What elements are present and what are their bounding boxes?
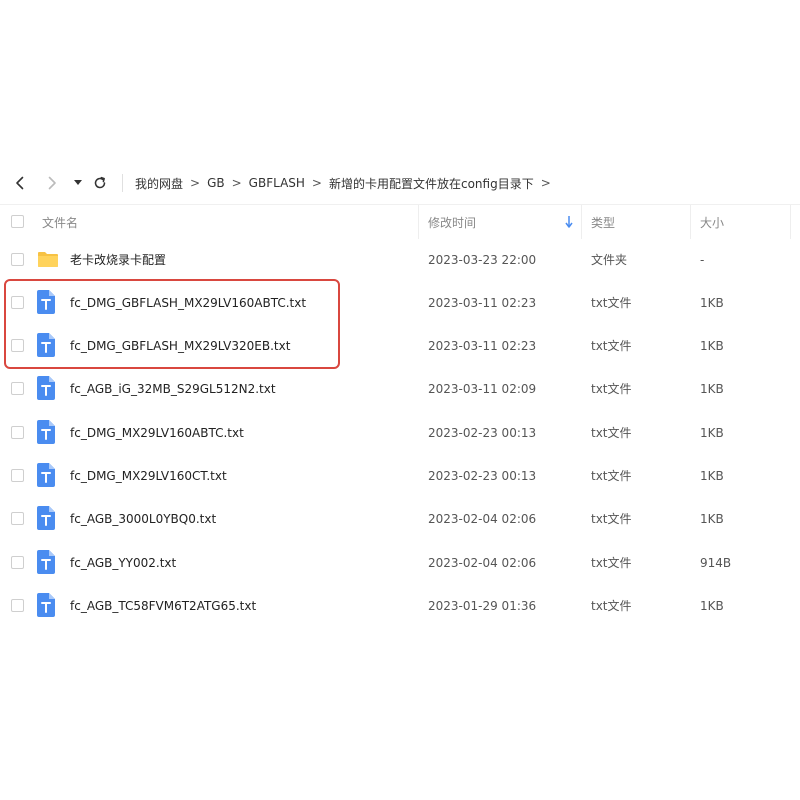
- select-all-checkbox[interactable]: [11, 215, 24, 228]
- file-type: txt文件: [591, 469, 632, 483]
- breadcrumb-separator: >: [311, 176, 322, 190]
- column-header-modified[interactable]: 修改时间: [428, 205, 476, 239]
- file-modified: 2023-02-23 00:13: [428, 425, 537, 440]
- breadcrumb-separator: >: [540, 176, 551, 190]
- file-size: 1KB: [700, 295, 724, 310]
- row-checkbox[interactable]: [11, 426, 24, 439]
- file-type: txt文件: [591, 599, 632, 613]
- file-modified: 2023-03-11 02:09: [428, 381, 537, 396]
- file-modified: 2023-03-11 02:23: [428, 295, 537, 310]
- file-name[interactable]: fc_DMG_GBFLASH_MX29LV320EB.txt: [70, 324, 290, 367]
- column-divider[interactable]: [790, 205, 791, 239]
- file-name[interactable]: 老卡改烧录卡配置: [70, 238, 166, 281]
- file-modified: 2023-02-04 02:06: [428, 555, 537, 570]
- row-checkbox[interactable]: [11, 296, 24, 309]
- column-header-type[interactable]: 类型: [591, 205, 615, 239]
- folder-icon: [38, 252, 58, 267]
- txt-file-icon: [37, 333, 55, 357]
- breadcrumb-item-gb[interactable]: GB: [207, 176, 225, 190]
- file-modified: 2023-03-11 02:23: [428, 338, 537, 353]
- file-name[interactable]: fc_DMG_GBFLASH_MX29LV160ABTC.txt: [70, 281, 306, 324]
- refresh-icon: [94, 176, 106, 189]
- row-checkbox[interactable]: [11, 382, 24, 395]
- txt-file-icon: [37, 506, 55, 530]
- file-type: txt文件: [591, 296, 632, 310]
- file-name[interactable]: fc_AGB_3000L0YBQ0.txt: [70, 497, 216, 540]
- row-checkbox[interactable]: [11, 339, 24, 352]
- column-header-size[interactable]: 大小: [700, 205, 724, 239]
- file-size: 1KB: [700, 338, 724, 353]
- txt-file-icon: [37, 463, 55, 487]
- row-checkbox[interactable]: [11, 469, 24, 482]
- refresh-button[interactable]: [90, 164, 110, 202]
- file-size: 914B: [700, 555, 732, 570]
- txt-file-icon: [37, 376, 55, 400]
- txt-file-icon: [37, 290, 55, 314]
- file-row[interactable]: fc_DMG_GBFLASH_MX29LV320EB.txt 2023-03-1…: [0, 324, 800, 367]
- file-size: 1KB: [700, 511, 724, 526]
- breadcrumb-separator: >: [190, 176, 201, 190]
- chevron-right-icon: [48, 176, 56, 190]
- file-type: txt文件: [591, 426, 632, 440]
- file-size: 1KB: [700, 468, 724, 483]
- file-row[interactable]: fc_AGB_TC58FVM6T2ATG65.txt 2023-01-29 01…: [0, 584, 800, 627]
- file-modified: 2023-03-23 22:00: [428, 252, 537, 267]
- file-row-folder[interactable]: 老卡改烧录卡配置 2023-03-23 22:00 文件夹 -: [0, 238, 800, 281]
- column-divider[interactable]: [418, 205, 419, 239]
- file-type: 文件夹: [591, 253, 628, 267]
- txt-file-icon: [37, 593, 55, 617]
- row-checkbox[interactable]: [11, 599, 24, 612]
- breadcrumb-item-root[interactable]: 我的网盘: [135, 175, 183, 192]
- file-row[interactable]: fc_AGB_iG_32MB_S29GL512N2.txt 2023-03-11…: [0, 367, 800, 410]
- chevron-left-icon: [16, 176, 24, 190]
- row-checkbox[interactable]: [11, 253, 24, 266]
- file-list-header: 文件名 修改时间 类型 大小: [0, 204, 800, 239]
- caret-down-icon: [74, 180, 82, 185]
- column-divider[interactable]: [581, 205, 582, 239]
- txt-file-icon: [37, 420, 55, 444]
- file-modified: 2023-02-04 02:06: [428, 511, 537, 526]
- sort-descending-icon[interactable]: [565, 216, 573, 228]
- file-size: 1KB: [700, 381, 724, 396]
- file-type: txt文件: [591, 556, 632, 570]
- file-size: -: [700, 252, 705, 267]
- file-row[interactable]: fc_AGB_YY002.txt 2023-02-04 02:06 txt文件 …: [0, 541, 800, 584]
- breadcrumb-item-current[interactable]: 新增的卡用配置文件放在config目录下: [329, 175, 534, 192]
- column-divider[interactable]: [690, 205, 691, 239]
- file-row[interactable]: fc_DMG_MX29LV160CT.txt 2023-02-23 00:13 …: [0, 454, 800, 497]
- file-name[interactable]: fc_AGB_TC58FVM6T2ATG65.txt: [70, 584, 256, 627]
- file-type: txt文件: [591, 512, 632, 526]
- file-name[interactable]: fc_DMG_MX29LV160CT.txt: [70, 454, 227, 497]
- file-row[interactable]: fc_DMG_GBFLASH_MX29LV160ABTC.txt 2023-03…: [0, 281, 800, 324]
- file-modified: 2023-01-29 01:36: [428, 598, 537, 613]
- nav-divider: [122, 174, 123, 192]
- breadcrumb-separator: >: [231, 176, 242, 190]
- file-type: txt文件: [591, 339, 632, 353]
- column-header-name[interactable]: 文件名: [42, 205, 78, 239]
- row-checkbox[interactable]: [11, 556, 24, 569]
- history-dropdown-button[interactable]: [71, 164, 85, 202]
- row-checkbox[interactable]: [11, 512, 24, 525]
- file-row[interactable]: fc_DMG_MX29LV160ABTC.txt 2023-02-23 00:1…: [0, 411, 800, 454]
- file-modified: 2023-02-23 00:13: [428, 468, 537, 483]
- navigation-bar: 我的网盘 > GB > GBFLASH > 新增的卡用配置文件放在config目…: [0, 164, 800, 202]
- file-name[interactable]: fc_AGB_YY002.txt: [70, 541, 176, 584]
- breadcrumb: 我的网盘 > GB > GBFLASH > 新增的卡用配置文件放在config目…: [135, 164, 558, 202]
- file-size: 1KB: [700, 425, 724, 440]
- file-name[interactable]: fc_DMG_MX29LV160ABTC.txt: [70, 411, 244, 454]
- file-row[interactable]: fc_AGB_3000L0YBQ0.txt 2023-02-04 02:06 t…: [0, 497, 800, 540]
- breadcrumb-item-gbflash[interactable]: GBFLASH: [249, 176, 305, 190]
- file-name[interactable]: fc_AGB_iG_32MB_S29GL512N2.txt: [70, 367, 276, 410]
- file-type: txt文件: [591, 382, 632, 396]
- txt-file-icon: [37, 550, 55, 574]
- back-button[interactable]: [10, 164, 30, 202]
- file-size: 1KB: [700, 598, 724, 613]
- forward-button[interactable]: [42, 164, 62, 202]
